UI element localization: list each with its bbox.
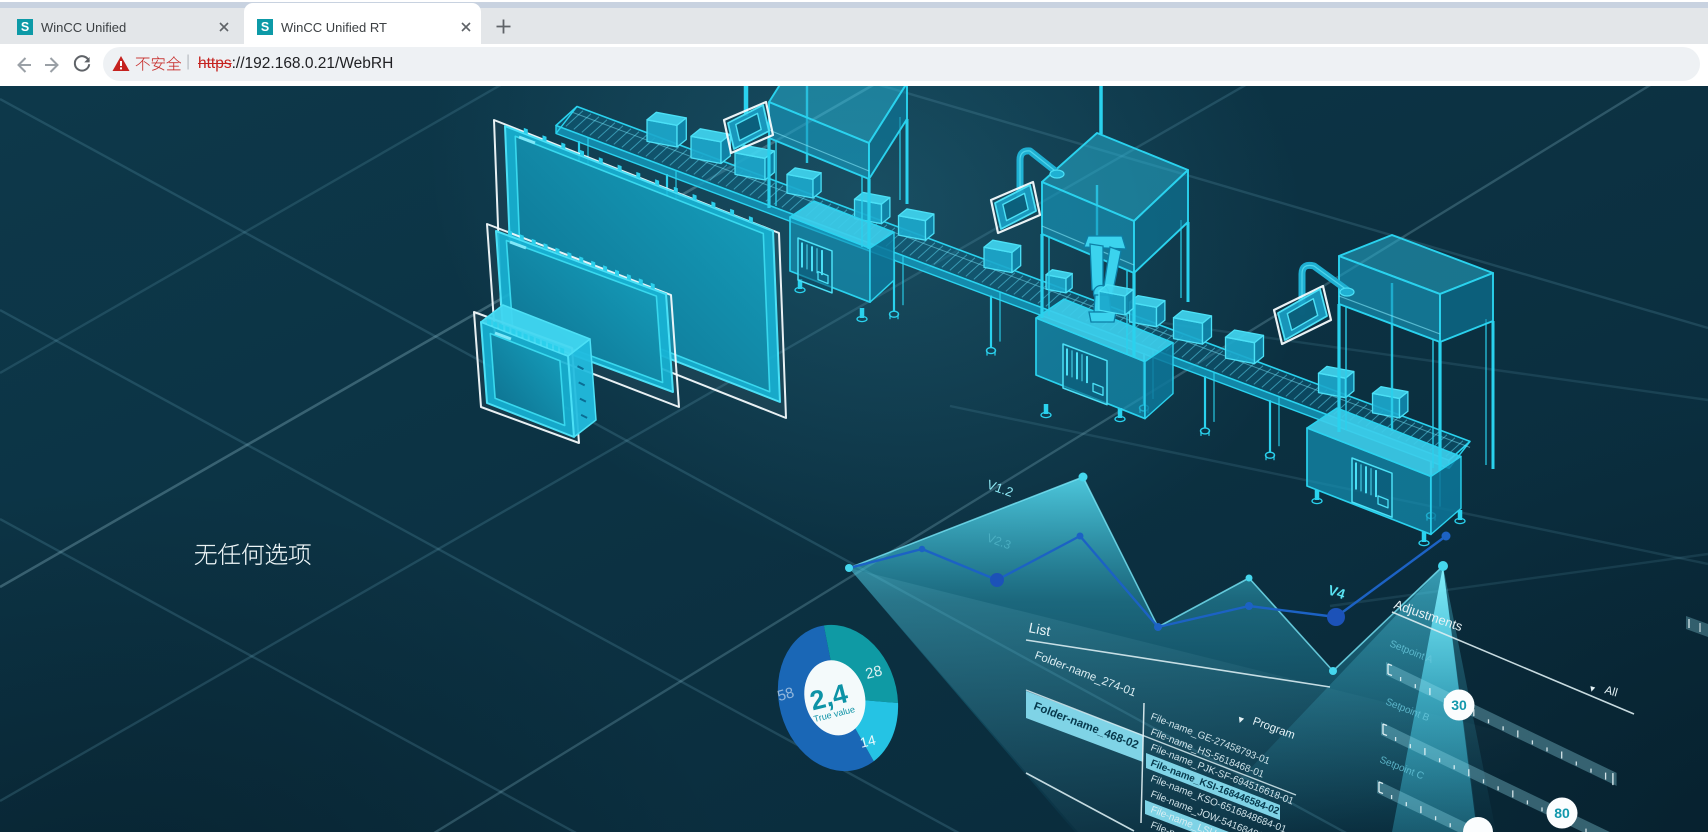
svg-text:80: 80 (1554, 805, 1570, 821)
svg-text:30: 30 (1451, 697, 1467, 713)
